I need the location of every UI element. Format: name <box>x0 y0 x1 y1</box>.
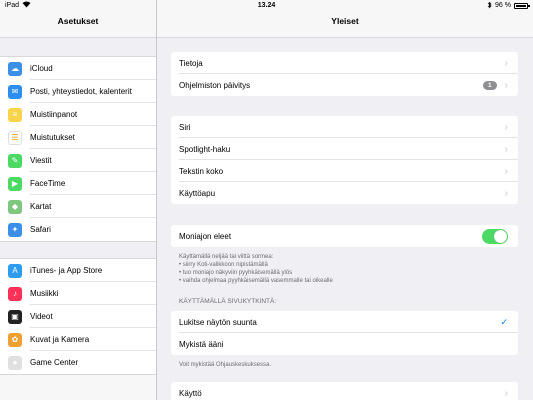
chevron-right-icon: › <box>504 165 508 177</box>
safari-icon: ✦ <box>8 222 22 237</box>
note-line: • tuo moniajo näkyviin pyyhkäisemällä yl… <box>179 270 293 276</box>
sidebar-item[interactable]: ✿ Kuvat ja Kamera <box>0 328 156 351</box>
chevron-right-icon: › <box>504 57 508 69</box>
general-settings-pane: Yleiset Tietoja › Ohjelmiston päivitys 1… <box>157 0 533 400</box>
about-label: Tietoja <box>179 58 203 68</box>
sidebar-item-label: FaceTime <box>30 179 66 188</box>
chevron-right-icon: › <box>504 79 508 91</box>
note-line: • siirry Koti-valikkoon nipistämällä <box>179 262 268 268</box>
facetime-icon: ▶ <box>8 176 22 191</box>
note-line: • vaihda ohjelmaa pyyhkäisemällä vasemma… <box>179 278 333 284</box>
music-icon: ♪ <box>8 286 22 301</box>
messages-icon: ✎ <box>8 153 22 168</box>
videos-icon: ▣ <box>8 309 22 324</box>
status-time: 13.24 <box>257 2 276 9</box>
features-group: Siri › Spotlight-haku › Tekstin koko › K… <box>171 116 518 204</box>
device-name: iPad <box>5 2 20 9</box>
sidebar-item-label: Kuvat ja Kamera <box>30 335 90 344</box>
notes-icon: ≡ <box>8 107 22 122</box>
sidebar-group-1: ☁ iCloud ✉ Posti, yhteystiedot, kalenterit ≡… <box>0 56 156 242</box>
side-switch-note: Voit mykistää Ohjauskeskuksessa. <box>179 362 272 368</box>
sidebar-group-2: AiTunes- ja App Store ♪ Musiikki ▣ Videot ✿ Ku… <box>0 258 156 375</box>
wifi-icon <box>22 1 31 10</box>
spotlight-label: Spotlight-haku <box>179 144 231 154</box>
sidebar-title: Asetukset <box>57 16 99 26</box>
software-update-row[interactable]: Ohjelmiston päivitys 1 › <box>171 74 518 96</box>
software-update-label: Ohjelmiston päivitys <box>179 80 251 90</box>
mute-label: Mykistä ääni <box>179 339 224 349</box>
accessibility-label: Käyttöapu <box>179 188 216 198</box>
sidebar-item[interactable]: ✎ Viestit <box>0 149 156 172</box>
siri-row[interactable]: Siri › <box>171 116 518 138</box>
sidebar-item[interactable]: ● Game Center <box>0 351 156 374</box>
multitasking-gestures-label: Moniajon eleet <box>179 231 232 241</box>
sidebar-item-label: Posti, yhteystiedot, kalenterit <box>30 87 132 96</box>
mute-row[interactable]: Mykistä ääni <box>171 333 518 355</box>
about-row[interactable]: Tietoja › <box>171 52 518 74</box>
sidebar-item[interactable]: ≡ Muistiinpanot <box>0 103 156 126</box>
battery-icon <box>514 2 530 9</box>
battery-percent: 96 % <box>495 2 511 9</box>
maps-icon: ◆ <box>8 199 22 214</box>
sidebar-item-label: Musiikki <box>30 289 59 298</box>
text-size-row[interactable]: Tekstin koko › <box>171 160 518 182</box>
sidebar-item-label: Videot <box>30 312 53 321</box>
sidebar-item-label: Kartat <box>30 202 52 211</box>
sidebar-item[interactable]: ◆ Kartat <box>0 195 156 218</box>
chevron-right-icon: › <box>504 387 508 399</box>
lock-rotation-row[interactable]: Lukitse näytön suunta ✓ <box>171 311 518 333</box>
photos-icon: ✿ <box>8 332 22 347</box>
settings-sidebar: Asetukset ☁ iCloud ✉ Posti, yhteystiedot, k… <box>0 0 157 400</box>
sidebar-item[interactable]: ♪ Musiikki <box>0 282 156 305</box>
sidebar-item-label: Safari <box>30 225 51 234</box>
chevron-right-icon: › <box>504 143 508 155</box>
sidebar-item[interactable]: ▣ Videot <box>0 305 156 328</box>
bluetooth-icon <box>487 1 492 11</box>
usage-group: Käyttö › <box>171 382 518 400</box>
text-size-label: Tekstin koko <box>179 166 224 176</box>
sidebar-item-label: Viestit <box>30 156 52 165</box>
sidebar-item[interactable]: ☰ Muistutukset <box>0 126 156 149</box>
sidebar-item[interactable]: AiTunes- ja App Store <box>0 259 156 282</box>
multitasking-gestures-row: Moniajon eleet <box>171 225 518 247</box>
sidebar-item-label: Muistutukset <box>30 133 75 142</box>
game-center-icon: ● <box>8 355 22 370</box>
about-group: Tietoja › Ohjelmiston päivitys 1 › <box>171 52 518 96</box>
note-line: Käyttämällä neljää tai viittä sormea: <box>179 254 274 260</box>
usage-row[interactable]: Käyttö › <box>171 382 518 400</box>
sidebar-item-label: Muistiinpanot <box>30 110 78 119</box>
chevron-right-icon: › <box>504 121 508 133</box>
multitasking-note: Käyttämällä neljää tai viittä sormea: • … <box>179 253 519 285</box>
sidebar-item-label: iCloud <box>30 64 53 73</box>
checkmark-icon: ✓ <box>500 316 508 327</box>
mail-icon: ✉ <box>8 84 22 99</box>
siri-label: Siri <box>179 122 191 132</box>
status-bar: iPad 13.24 96 % <box>0 0 533 11</box>
sidebar-item-label: iTunes- ja App Store <box>30 266 103 275</box>
sidebar-item[interactable]: ✉ Posti, yhteystiedot, kalenterit <box>0 80 156 103</box>
chevron-right-icon: › <box>504 187 508 199</box>
multitasking-group: Moniajon eleet <box>171 225 518 247</box>
page-title: Yleiset <box>331 16 359 26</box>
side-switch-group: Lukitse näytön suunta ✓ Mykistä ääni <box>171 311 518 355</box>
lock-rotation-label: Lukitse näytön suunta <box>179 317 257 327</box>
cloud-icon: ☁ <box>8 61 22 76</box>
sidebar-item[interactable]: ▶ FaceTime <box>0 172 156 195</box>
sidebar-item-label: Game Center <box>30 358 79 367</box>
accessibility-row[interactable]: Käyttöapu › <box>171 182 518 204</box>
side-switch-header: KÄYTTÄMÄLLÄ SIVUKYTKINTÄ: <box>179 298 277 305</box>
sidebar-item[interactable]: ✦ Safari <box>0 218 156 241</box>
reminders-icon: ☰ <box>8 130 22 145</box>
multitasking-gestures-toggle[interactable] <box>482 228 508 244</box>
sidebar-item[interactable]: ☁ iCloud <box>0 57 156 80</box>
spotlight-row[interactable]: Spotlight-haku › <box>171 138 518 160</box>
usage-label: Käyttö <box>179 388 202 398</box>
update-count-badge: 1 <box>483 80 497 90</box>
app-store-icon: A <box>8 263 22 278</box>
